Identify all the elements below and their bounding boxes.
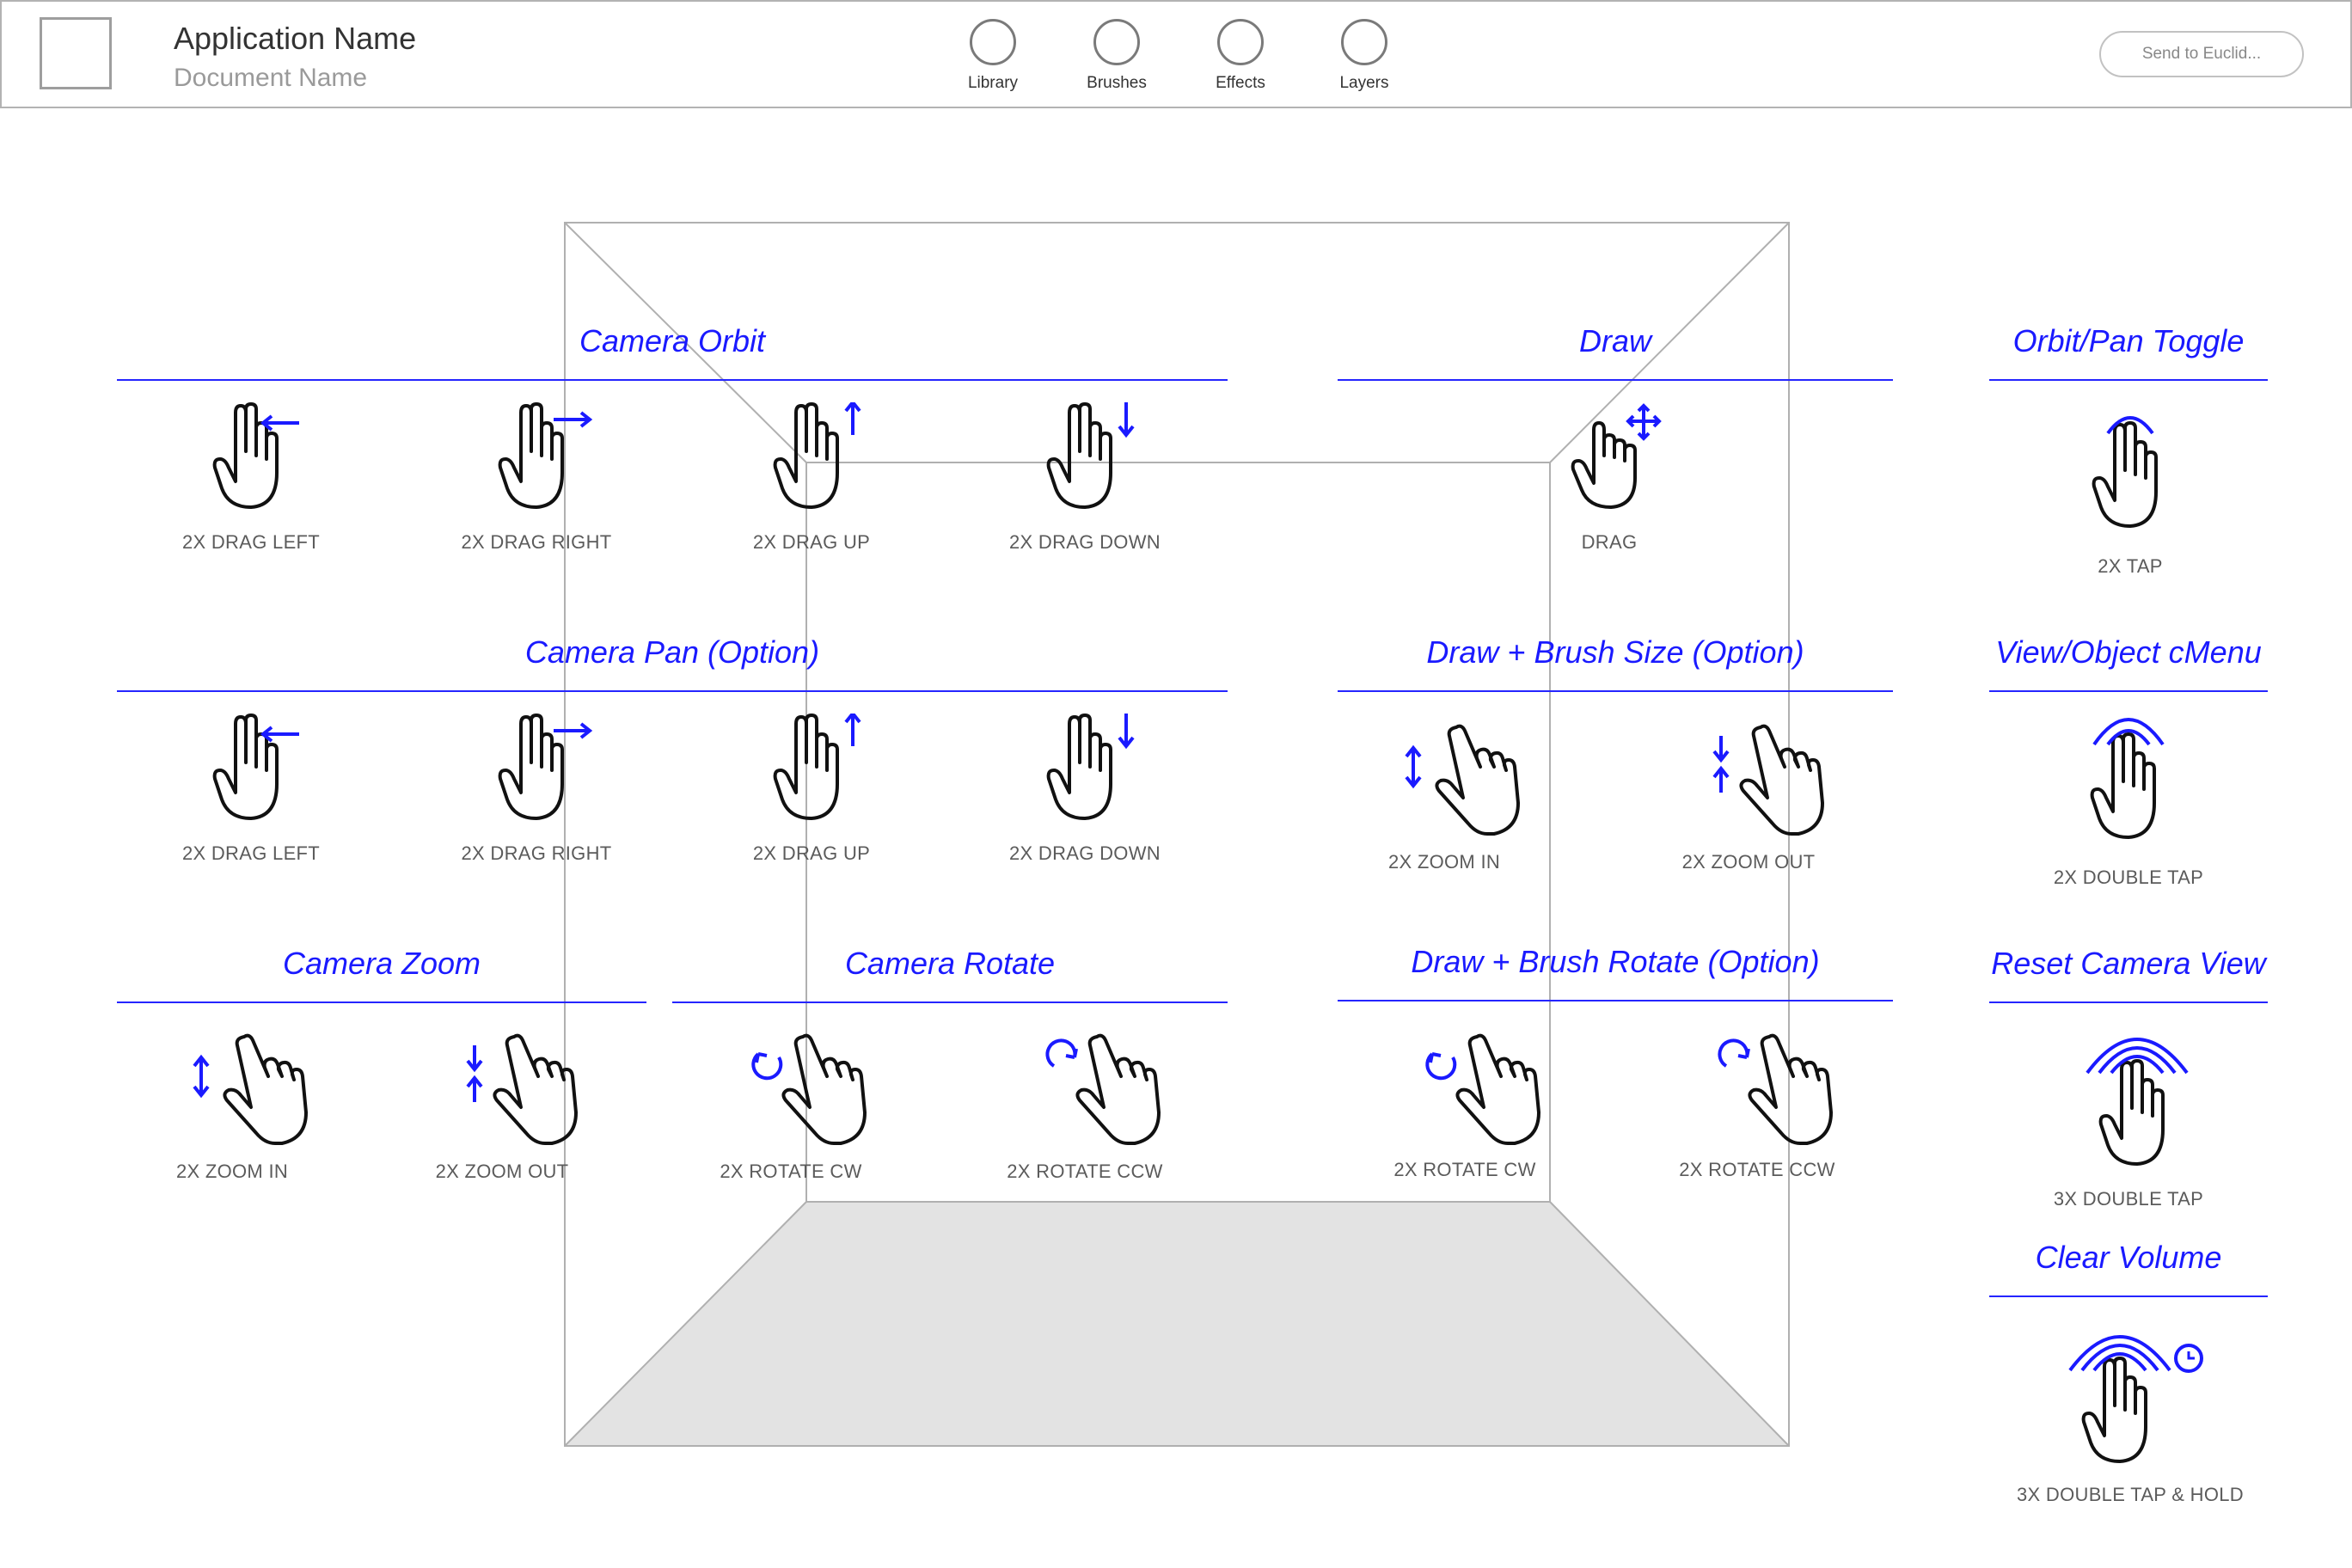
two-finger-double-tap-icon <box>2090 718 2165 839</box>
clear-volume-title: Clear Volume <box>2035 1240 2222 1275</box>
gesture-two-finger-tap: 2X TAP <box>2036 404 2225 585</box>
two-finger-tap-icon <box>2092 416 2158 528</box>
gesture-label: 3X DOUBLE TAP <box>2053 1188 2204 1210</box>
camera-pan-rule <box>117 690 1228 692</box>
gesture-label: 2X ROTATE CCW <box>1679 1159 1835 1180</box>
two-finger-drag-right-icon <box>498 402 593 509</box>
draw-brush-size-rule <box>1338 690 1893 692</box>
reset-camera-view-rule <box>1989 1001 2268 1003</box>
gesture-pan-drag-left: 2X DRAG LEFT <box>156 714 346 877</box>
point-zoom-in-icon <box>1405 724 1520 836</box>
gesture-three-finger-double-tap: 3X DOUBLE TAP <box>2034 1023 2223 1212</box>
gesture-label: 2X DRAG UP <box>752 842 871 864</box>
gesture-camera-zoom-out: 2X ZOOM OUT <box>407 1032 597 1195</box>
gesture-two-finger-double-tap: 2X DOUBLE TAP <box>2034 705 2223 894</box>
view-object-cmenu-rule <box>1989 690 2268 692</box>
gesture-brush-rotate-cw: 2X ROTATE CW <box>1370 1032 1559 1195</box>
gesture-label: 2X DOUBLE TAP <box>2053 867 2204 888</box>
draw-brush-rotate-title: Draw + Brush Rotate (Option) <box>1411 944 1820 979</box>
three-finger-double-tap-hold-icon <box>2068 1335 2203 1463</box>
camera-orbit-title: Camera Orbit <box>579 323 766 358</box>
point-zoom-in-icon <box>193 1033 308 1145</box>
gesture-label: DRAG <box>1581 531 1638 553</box>
reset-camera-view-title: Reset Camera View <box>1991 946 2266 981</box>
gesture-label: 2X DRAG DOWN <box>1009 531 1161 553</box>
point-zoom-out-icon <box>1712 724 1824 836</box>
gesture-draw-drag: DRAG <box>1515 402 1704 566</box>
one-finger-drag-icon <box>1571 403 1662 509</box>
draw-brush-size-title: Draw + Brush Size (Option) <box>1426 634 1804 670</box>
gesture-pan-drag-right: 2X DRAG RIGHT <box>442 714 631 877</box>
point-rotate-cw-icon <box>751 1033 867 1145</box>
gesture-label: 2X ROTATE CCW <box>1007 1161 1163 1182</box>
gesture-label: 2X ROTATE CW <box>720 1161 862 1182</box>
gesture-label: 2X DRAG UP <box>752 531 871 553</box>
two-finger-drag-right-icon <box>498 714 593 820</box>
gesture-label: 2X DRAG RIGHT <box>461 531 612 553</box>
clear-volume-rule <box>1989 1295 2268 1297</box>
point-rotate-ccw-icon <box>1045 1033 1161 1145</box>
gesture-label: 2X ZOOM OUT <box>1681 851 1816 873</box>
gesture-camera-rotate-cw: 2X ROTATE CW <box>696 1032 885 1195</box>
two-finger-drag-down-icon <box>1046 402 1135 509</box>
camera-zoom-title: Camera Zoom <box>282 946 481 981</box>
gesture-brush-zoom-in: 2X ZOOM IN <box>1350 722 1539 885</box>
two-finger-drag-left-icon <box>212 402 299 509</box>
gesture-pan-drag-up: 2X DRAG UP <box>717 714 906 877</box>
draw-brush-rotate-rule <box>1338 1000 1893 1001</box>
gesture-label: 2X ZOOM OUT <box>435 1161 569 1182</box>
gesture-label: 2X DRAG DOWN <box>1009 842 1161 864</box>
draw-rule <box>1338 379 1893 381</box>
point-zoom-out-icon <box>466 1033 578 1145</box>
point-rotate-ccw-icon <box>1718 1033 1833 1145</box>
camera-zoom-rule <box>117 1001 646 1003</box>
orbit-pan-toggle-rule <box>1989 379 2268 381</box>
gesture-label: 2X ZOOM IN <box>1387 851 1501 873</box>
viewport-floor <box>565 1202 1789 1446</box>
three-finger-double-tap-icon <box>2086 1038 2189 1166</box>
orbit-pan-toggle-title: Orbit/Pan Toggle <box>2012 323 2245 358</box>
point-rotate-cw-icon <box>1425 1033 1540 1145</box>
gesture-orbit-drag-left: 2X DRAG LEFT <box>156 402 346 566</box>
gesture-label: 2X DRAG LEFT <box>181 531 321 553</box>
two-finger-drag-down-icon <box>1046 714 1135 820</box>
camera-orbit-rule <box>117 379 1228 381</box>
two-finger-drag-up-icon <box>773 714 861 820</box>
two-finger-drag-up-icon <box>773 402 861 509</box>
view-object-cmenu-title: View/Object cMenu <box>1995 634 2262 670</box>
gesture-orbit-drag-down: 2X DRAG DOWN <box>990 402 1179 566</box>
gesture-brush-rotate-ccw: 2X ROTATE CCW <box>1663 1032 1852 1195</box>
camera-rotate-rule <box>672 1001 1228 1003</box>
gesture-orbit-drag-right: 2X DRAG RIGHT <box>442 402 631 566</box>
gesture-pan-drag-down: 2X DRAG DOWN <box>990 714 1179 877</box>
camera-rotate-title: Camera Rotate <box>844 946 1056 981</box>
camera-pan-title: Camera Pan (Option) <box>524 634 820 670</box>
gesture-brush-zoom-out: 2X ZOOM OUT <box>1654 722 1843 885</box>
gesture-label: 2X ZOOM IN <box>175 1161 289 1182</box>
gesture-three-finger-double-tap-hold: 3X DOUBLE TAP & HOLD <box>2017 1320 2244 1518</box>
gesture-label: 2X ROTATE CW <box>1393 1159 1536 1180</box>
gesture-label: 2X DRAG LEFT <box>181 842 321 864</box>
gesture-camera-rotate-ccw: 2X ROTATE CCW <box>990 1032 1179 1195</box>
gesture-label: 3X DOUBLE TAP & HOLD <box>2017 1484 2244 1505</box>
gesture-label: 2X TAP <box>2098 555 2163 577</box>
gesture-camera-zoom-in: 2X ZOOM IN <box>138 1032 327 1195</box>
gesture-label: 2X DRAG RIGHT <box>461 842 612 864</box>
gesture-orbit-drag-up: 2X DRAG UP <box>717 402 906 566</box>
draw-title: Draw <box>1578 323 1651 358</box>
two-finger-drag-left-icon <box>212 714 299 820</box>
